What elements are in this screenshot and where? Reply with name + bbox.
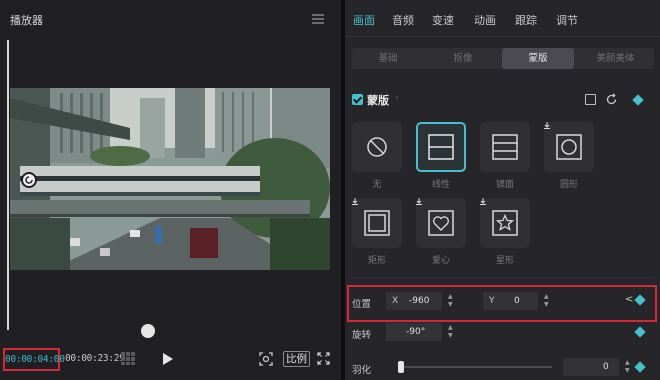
star-icon: [480, 198, 530, 248]
refresh-icon: [25, 176, 33, 184]
fullscreen-icon[interactable]: [317, 352, 330, 365]
menu-icon[interactable]: [312, 14, 324, 24]
rotation-label: 旋转: [352, 330, 372, 341]
heart-icon: [416, 198, 466, 248]
tab-tracking[interactable]: 跟踪: [515, 12, 537, 28]
mask-option-circle[interactable]: 圆形: [544, 122, 596, 190]
mask-label: 星形: [495, 256, 514, 266]
total-timecode: 00:00:23:29: [65, 353, 125, 364]
property-tabs: 画面 音频 变速 动画 跟踪 调节: [345, 0, 660, 37]
mask-option-none[interactable]: 无: [352, 122, 404, 190]
feather-slider-handle[interactable]: [398, 361, 404, 373]
circle-icon: [544, 122, 594, 172]
position-highlight-box: [347, 285, 657, 322]
mask-label: 镜面: [495, 180, 514, 190]
current-timecode: 00:00:04:00: [3, 348, 65, 371]
tab-audio[interactable]: 音频: [392, 12, 414, 28]
section-divider: [352, 277, 654, 278]
tab-adjust[interactable]: 调节: [556, 12, 578, 28]
mask-label: 线性: [431, 180, 450, 190]
mask-option-rectangle[interactable]: 矩形: [352, 198, 404, 266]
scrub-handle[interactable]: [21, 172, 37, 188]
player-panel: 播放器 00:00:04:00 00:00:23:29 比例: [0, 0, 341, 380]
ratio-button[interactable]: 比例: [283, 351, 310, 367]
rotation-field[interactable]: -90°: [386, 323, 442, 341]
mirror-icon: [480, 122, 530, 172]
mask-option-mirror[interactable]: 镜面: [480, 122, 532, 190]
chevron-down-icon[interactable]: ˅: [395, 96, 399, 105]
player-controls: 00:00:04:00 00:00:23:29 比例: [0, 340, 341, 380]
feather-field[interactable]: 0: [563, 358, 619, 376]
mask-option-linear[interactable]: 线性: [416, 122, 468, 190]
play-icon[interactable]: [163, 353, 173, 365]
download-icon: [352, 198, 358, 205]
subtab-cutout[interactable]: 抠像: [427, 48, 499, 69]
grid-icon[interactable]: [121, 352, 136, 365]
rotation-dial[interactable]: [141, 324, 155, 338]
linear-icon: [416, 122, 466, 172]
reset-icon[interactable]: [605, 93, 618, 106]
rotation-value[interactable]: -90°: [406, 323, 425, 341]
rectangle-icon: [352, 198, 402, 248]
feather-value[interactable]: 0: [603, 358, 609, 376]
download-icon: [416, 198, 422, 205]
mask-label: 圆形: [559, 180, 578, 190]
mask-label: 无: [372, 180, 382, 190]
keyframe-diamond-icon[interactable]: [632, 94, 644, 106]
invert-mask-icon[interactable]: [585, 94, 596, 105]
mask-enable-checkbox[interactable]: [352, 94, 363, 105]
none-icon: [352, 122, 402, 172]
feather-label: 羽化: [352, 365, 372, 376]
properties-panel: 画面 音频 变速 动画 跟踪 调节 基础 抠像 蒙版 美颜美体 蒙版 ˅ 无 线…: [345, 0, 660, 380]
mask-option-heart[interactable]: 爱心: [416, 198, 468, 266]
subtab-bar: 基础 抠像 蒙版 美颜美体: [352, 48, 654, 69]
focus-icon[interactable]: [259, 352, 273, 366]
subtab-mask[interactable]: 蒙版: [502, 48, 574, 69]
tab-speed[interactable]: 变速: [432, 12, 454, 28]
timeline-scrub-line[interactable]: [7, 40, 9, 330]
mask-label: 矩形: [367, 256, 386, 266]
mask-option-star[interactable]: 星形: [480, 198, 532, 266]
tab-animation[interactable]: 动画: [474, 12, 496, 28]
feather-stepper[interactable]: ▲ ▼: [621, 358, 635, 376]
mask-section-title: 蒙版: [367, 94, 389, 107]
video-preview[interactable]: [10, 88, 330, 270]
download-icon: [480, 198, 486, 205]
rotation-stepper[interactable]: ▲ ▼: [444, 323, 458, 341]
rotation-keyframe-icon[interactable]: [634, 326, 646, 338]
subtab-basic[interactable]: 基础: [352, 48, 424, 69]
subtab-beauty[interactable]: 美颜美体: [577, 48, 654, 69]
feather-slider[interactable]: [402, 366, 552, 368]
feather-keyframe-icon[interactable]: [634, 361, 646, 373]
download-icon: [544, 122, 550, 129]
tab-picture[interactable]: 画面: [353, 12, 375, 28]
player-title: 播放器: [10, 14, 43, 27]
mask-label: 爱心: [431, 256, 450, 266]
